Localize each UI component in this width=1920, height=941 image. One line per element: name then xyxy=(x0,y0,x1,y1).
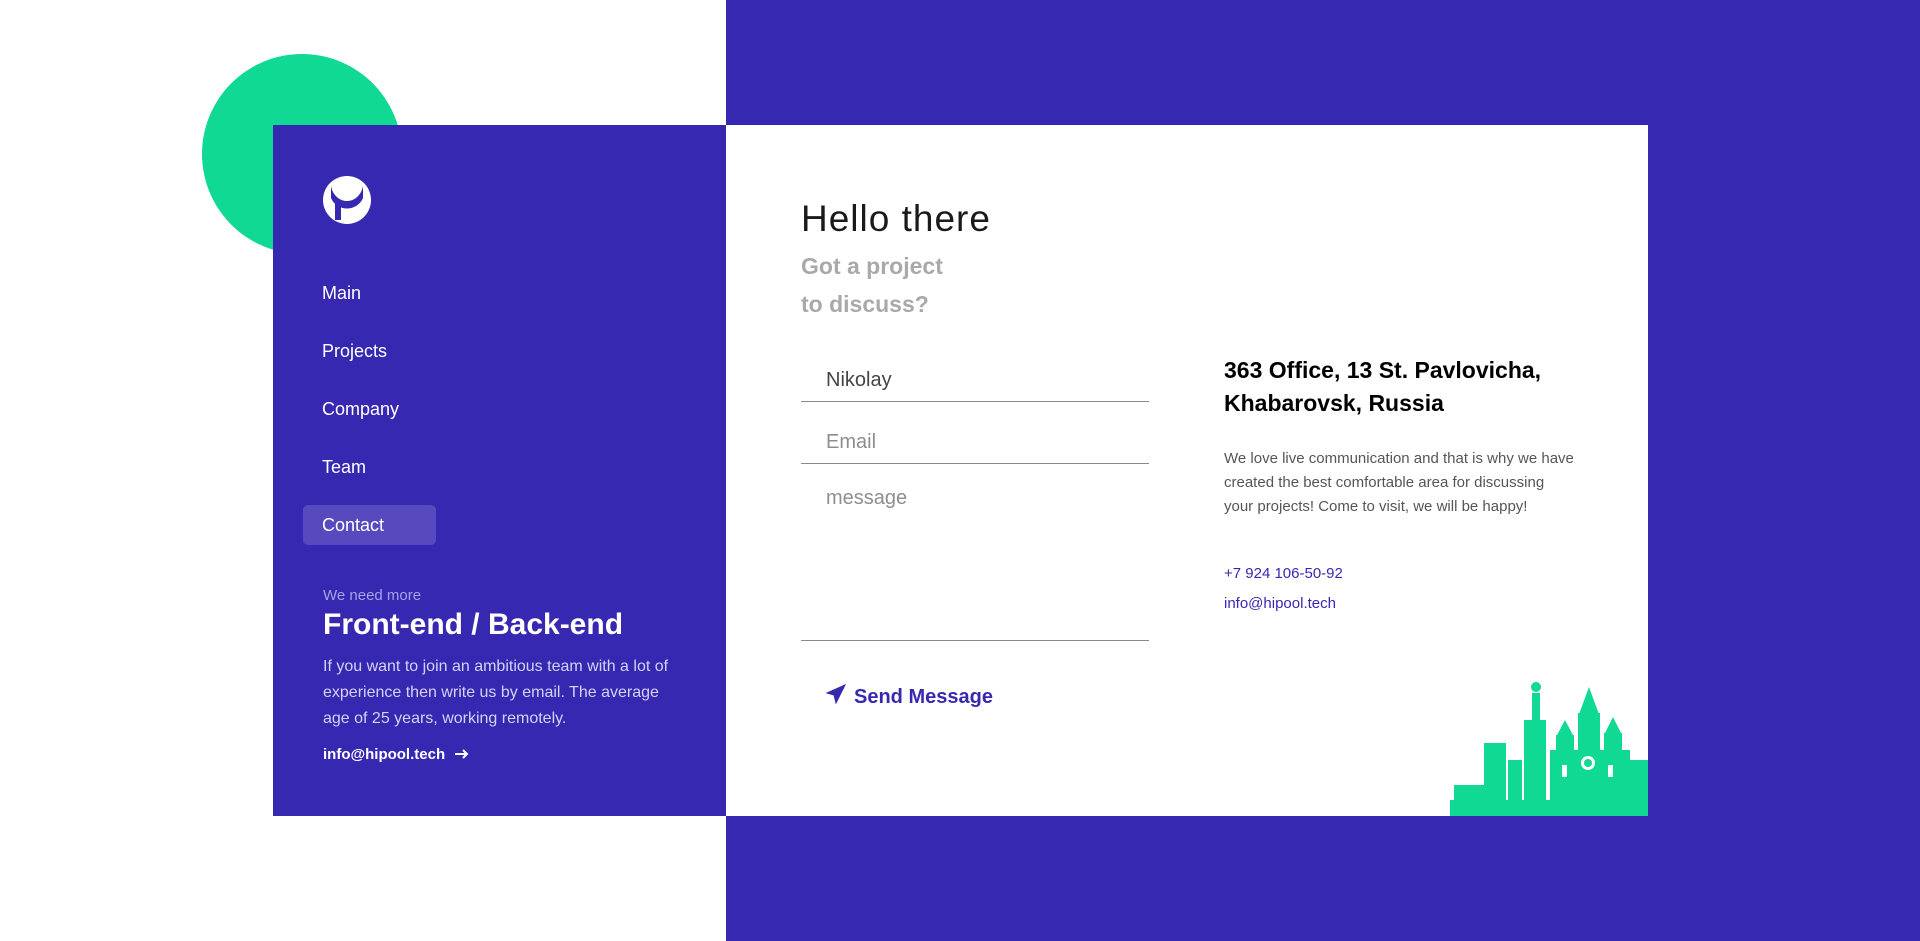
address-line-1: 363 Office, 13 St. Pavlovicha, xyxy=(1224,357,1542,383)
page-title: Hello there xyxy=(801,198,991,239)
nav-item-company[interactable]: Company xyxy=(303,389,436,429)
email-link[interactable]: info@hipool.tech xyxy=(1224,595,1336,612)
hiring-kicker: We need more xyxy=(323,587,422,604)
send-message-label: Send Message xyxy=(854,685,993,708)
contact-panel: Hello there Got a project to discuss? Se… xyxy=(726,125,1648,816)
name-field[interactable] xyxy=(801,360,1149,402)
page-subtitle: Got a project to discuss? xyxy=(801,247,943,323)
paper-plane-icon xyxy=(825,683,847,710)
subtitle-line-1: Got a project xyxy=(801,253,943,279)
subtitle-line-2: to discuss? xyxy=(801,291,929,317)
phone-link[interactable]: +7 924 106-50-92 xyxy=(1224,565,1343,582)
nav-item-contact[interactable]: Contact xyxy=(303,505,436,545)
hiring-text: If you want to join an ambitious team wi… xyxy=(323,658,669,727)
message-field[interactable] xyxy=(801,487,1149,641)
main-nav: Main Projects Company Team Contact xyxy=(303,273,543,563)
email-field[interactable] xyxy=(801,422,1149,464)
sidebar: Main Projects Company Team Contact We ne… xyxy=(273,125,726,816)
nav-item-projects[interactable]: Projects xyxy=(303,331,436,371)
city-skyline-icon xyxy=(1450,665,1648,816)
office-address: 363 Office, 13 St. Pavlovicha, Khabarovs… xyxy=(1224,354,1584,420)
hiring-title: Front-end / Back-end xyxy=(323,608,624,641)
hiring-email-label: info@hipool.tech xyxy=(323,746,446,763)
hiring-email-link[interactable]: info@hipool.tech xyxy=(323,746,469,763)
hiring-block: We need more Front-end / Back-end If you… xyxy=(323,587,673,764)
hipool-logo-icon[interactable] xyxy=(323,176,371,224)
send-message-button[interactable]: Send Message xyxy=(825,683,993,710)
arrow-right-icon xyxy=(455,746,469,763)
address-line-2: Khabarovsk, Russia xyxy=(1224,390,1444,416)
nav-item-main[interactable]: Main xyxy=(303,273,436,313)
nav-item-team[interactable]: Team xyxy=(303,447,436,487)
office-description: We love live communication and that is w… xyxy=(1224,450,1574,515)
